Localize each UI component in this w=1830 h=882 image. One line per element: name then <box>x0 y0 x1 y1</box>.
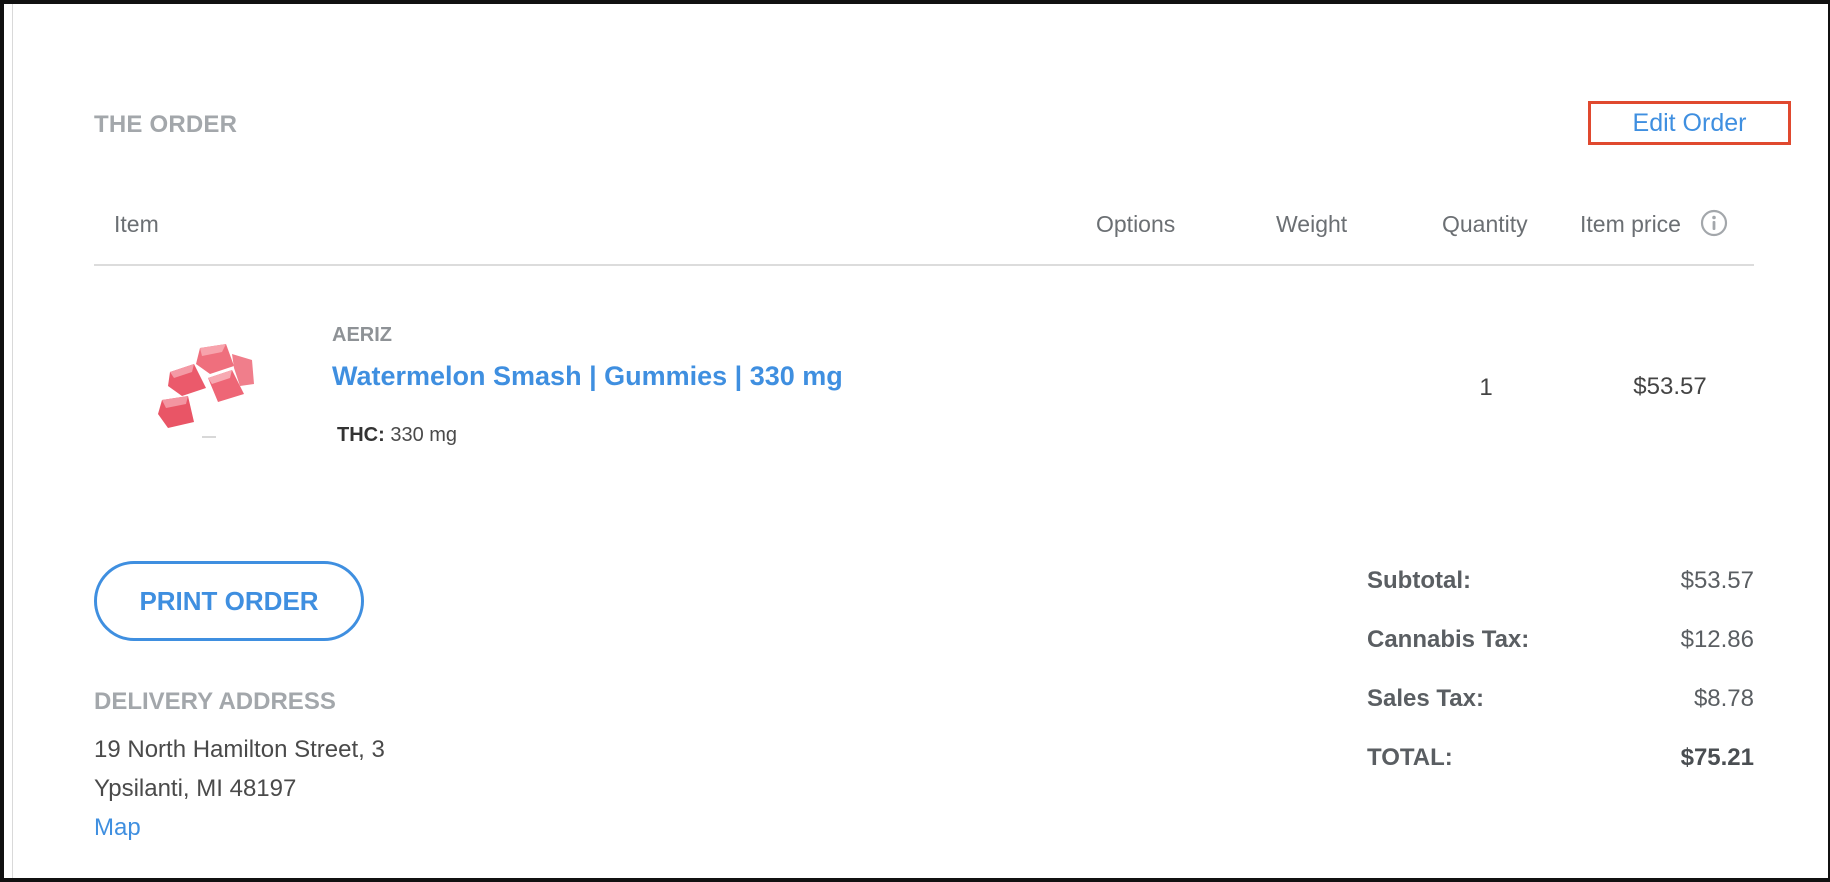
cannabis-tax-value: $12.86 <box>1680 626 1754 653</box>
table-header-divider <box>94 264 1754 266</box>
sales-tax-label: Sales Tax: <box>1367 685 1484 712</box>
address-line-2: Ypsilanti, MI 48197 <box>94 775 297 802</box>
address-line-1: 19 North Hamilton Street, 3 <box>94 736 385 763</box>
subtotal-value: $53.57 <box>1680 567 1754 594</box>
column-header-quantity: Quantity <box>1442 211 1528 237</box>
column-header-item: Item <box>114 211 159 237</box>
item-price: $53.57 <box>1633 373 1707 400</box>
cannabis-tax-label: Cannabis Tax: <box>1367 626 1530 653</box>
total-label: TOTAL: <box>1367 744 1453 771</box>
item-quantity: 1 <box>1479 374 1493 401</box>
sales-tax-value: $8.78 <box>1693 685 1754 712</box>
column-header-weight: Weight <box>1276 211 1348 237</box>
thc-value: 330 mg <box>390 424 458 446</box>
thc-info: THC: 330 mg <box>337 424 457 447</box>
info-icon[interactable] <box>1700 209 1728 237</box>
left-divider <box>12 4 13 878</box>
edit-order-link[interactable]: Edit Order <box>1588 101 1791 145</box>
order-section-title: THE ORDER <box>94 111 238 138</box>
thc-label: THC: <box>337 424 385 446</box>
delivery-address-title: DELIVERY ADDRESS <box>94 688 336 715</box>
product-name-link[interactable]: Watermelon Smash | Gummies | 330 mg <box>332 361 843 392</box>
column-header-options: Options <box>1096 211 1176 237</box>
product-brand: AERIZ <box>332 324 392 346</box>
map-link[interactable]: Map <box>94 814 141 842</box>
print-order-button[interactable]: PRINT ORDER <box>94 561 364 641</box>
subtotal-label: Subtotal: <box>1367 567 1471 594</box>
total-value: $75.21 <box>1680 744 1754 771</box>
watermelon-gummies-image <box>158 344 254 438</box>
column-header-item-price: Item price <box>1580 211 1681 237</box>
